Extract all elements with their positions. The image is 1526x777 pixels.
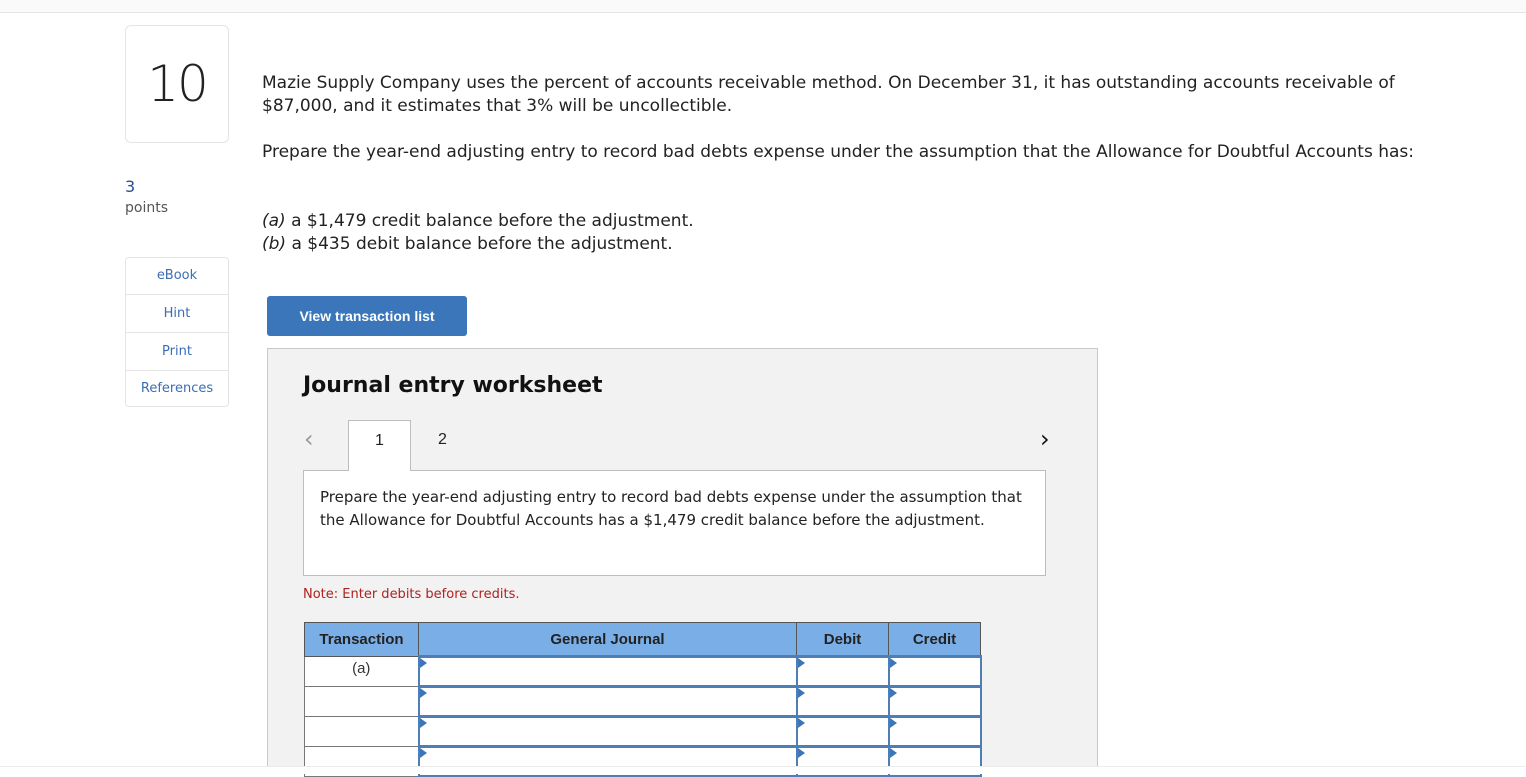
account-cell[interactable]: [417, 655, 798, 688]
credit-cell[interactable]: [887, 715, 982, 748]
points-label: points: [125, 200, 168, 216]
tab-2[interactable]: 2: [412, 420, 473, 470]
credit-cell[interactable]: [887, 655, 982, 688]
references-link[interactable]: References: [126, 371, 228, 406]
transaction-cell: [304, 686, 419, 717]
general-journal-table: Transaction General Journal Debit Credit…: [304, 622, 982, 777]
print-link[interactable]: Print: [126, 333, 228, 371]
top-bar: [0, 0, 1526, 13]
hint-link[interactable]: Hint: [126, 295, 228, 333]
chevron-left-icon[interactable]: ‹: [304, 425, 314, 453]
debit-input[interactable]: [797, 688, 888, 715]
header-credit: Credit: [888, 622, 981, 657]
credit-input[interactable]: [889, 688, 980, 715]
journal-entry-worksheet: Journal entry worksheet ‹ 1 2 › Prepare …: [267, 348, 1098, 777]
debit-input[interactable]: [797, 718, 888, 745]
question-paragraph-1: Mazie Supply Company uses the percent of…: [262, 73, 1395, 116]
part-a: (a) a $1,479 credit balance before the a…: [262, 211, 694, 231]
debit-cell[interactable]: [795, 685, 890, 718]
instruction-box: Prepare the year-end adjusting entry to …: [303, 470, 1046, 576]
dropdown-marker-icon: [797, 748, 805, 758]
table-row: [304, 685, 982, 718]
worksheet-title: Journal entry worksheet: [303, 373, 603, 398]
transaction-cell: [304, 716, 419, 747]
question-intro: Mazie Supply Company uses the percent of…: [262, 72, 1442, 117]
credit-input[interactable]: [889, 658, 980, 685]
view-transaction-list-button[interactable]: View transaction list: [267, 296, 467, 336]
credit-cell[interactable]: [887, 685, 982, 718]
ebook-link[interactable]: eBook: [126, 258, 228, 295]
table-row: (a): [304, 655, 982, 688]
dropdown-marker-icon: [889, 688, 897, 698]
transaction-cell: (a): [304, 656, 419, 687]
debit-input[interactable]: [797, 658, 888, 685]
dropdown-marker-icon: [797, 718, 805, 728]
header-transaction: Transaction: [304, 622, 419, 657]
account-cell[interactable]: [417, 715, 798, 748]
account-input[interactable]: [419, 718, 796, 745]
dropdown-marker-icon: [797, 658, 805, 668]
note-text: Note: Enter debits before credits.: [303, 587, 520, 602]
dropdown-marker-icon: [419, 658, 427, 668]
question-paragraph-2: Prepare the year-end adjusting entry to …: [262, 142, 1414, 162]
dropdown-marker-icon: [419, 718, 427, 728]
dropdown-marker-icon: [419, 688, 427, 698]
debit-cell[interactable]: [795, 715, 890, 748]
header-general-journal: General Journal: [418, 622, 797, 657]
dropdown-marker-icon: [889, 658, 897, 668]
header-debit: Debit: [796, 622, 889, 657]
dropdown-marker-icon: [419, 748, 427, 758]
chevron-right-icon[interactable]: ›: [1040, 425, 1050, 453]
resource-links: eBook Hint Print References: [125, 257, 229, 407]
dropdown-marker-icon: [797, 688, 805, 698]
points-value: 3: [125, 177, 136, 196]
account-cell[interactable]: [417, 685, 798, 718]
credit-input[interactable]: [889, 718, 980, 745]
dropdown-marker-icon: [889, 748, 897, 758]
debit-cell[interactable]: [795, 655, 890, 688]
table-row: [304, 715, 982, 748]
question-number: 10: [125, 25, 229, 143]
question-parts: (a) a $1,479 credit balance before the a…: [262, 210, 1442, 256]
tab-1[interactable]: 1: [348, 420, 411, 471]
account-input[interactable]: [419, 658, 796, 685]
dropdown-marker-icon: [889, 718, 897, 728]
part-b: (b) a $435 debit balance before the adju…: [262, 234, 673, 254]
account-input[interactable]: [419, 688, 796, 715]
table-header-row: Transaction General Journal Debit Credit: [304, 622, 981, 657]
